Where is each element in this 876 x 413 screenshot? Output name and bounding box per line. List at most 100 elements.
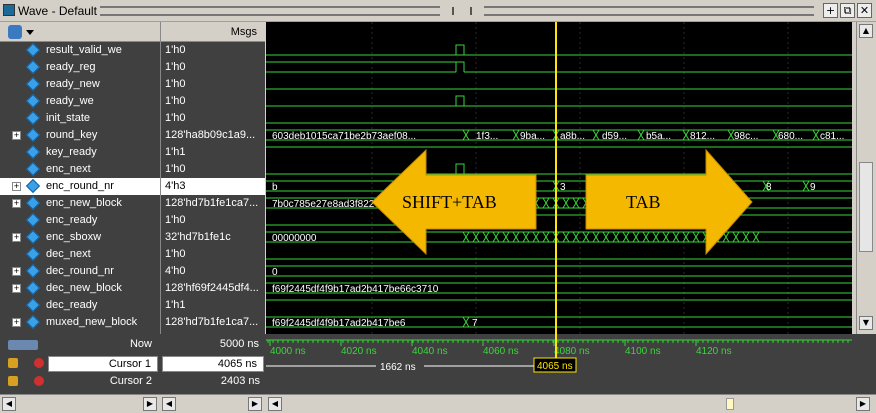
lock-icon-2[interactable] [8,376,18,386]
signal-row-enc_ready[interactable]: enc_ready [0,212,160,229]
signal-value: 1'h0 [165,95,186,107]
expand-icon[interactable]: + [12,284,21,293]
signal-row-result_valid_we[interactable]: result_valid_we [0,42,160,59]
waveform-pane[interactable]: 603deb1015ca71be2b73aef08... 1f3... 9ba...… [266,22,852,334]
expand-icon[interactable]: + [12,131,21,140]
signal-value-row[interactable]: 1'h0 [161,42,265,59]
signal-name: dec_ready [46,299,98,311]
signal-row-dec_next[interactable]: dec_next [0,246,160,263]
tab-label: TAB [626,192,661,212]
cursor2-value[interactable]: 2403 ns [160,375,260,387]
signal-row-dec_round_nr[interactable]: + dec_round_nr [0,263,160,280]
scroll-up-button[interactable]: ▲ [859,24,873,38]
vertical-scroll-thumb[interactable] [859,162,873,252]
cursor-pane: Now 5000 ns Cursor 1 4065 ns Cursor 2 24… [0,334,876,394]
title-grip-handle[interactable] [452,7,472,15]
enc-new-block-bus-label: 7b0c785e27e8ad3f822 [272,199,375,210]
names-hscrollbar[interactable]: ◀ ▶ [0,394,160,413]
wave-scroll-right[interactable]: ▶ [856,397,870,411]
lock-icon[interactable] [8,358,18,368]
wave-icons [8,340,38,350]
round-key-bus-label: a8b... [560,131,585,142]
expand-icon[interactable]: + [12,267,21,276]
chevron-down-icon[interactable] [26,30,34,35]
close-button[interactable]: ✕ [857,3,872,18]
signal-name: enc_sboxw [46,231,102,243]
remove-cursor-icon[interactable] [34,358,44,368]
signal-row-ready_new[interactable]: ready_new [0,76,160,93]
signal-value-row[interactable]: 128'ha8b09c1a9... [161,127,265,144]
signal-value-row[interactable]: 128'hf69f2445df4... [161,280,265,297]
cursor2-label[interactable]: Cursor 2 [48,375,152,387]
title-bar: Wave - Default + ⧉ ✕ [0,0,876,22]
signal-value-row[interactable]: 1'h0 [161,110,265,127]
round-key-bus-label: c81... [820,131,844,142]
signal-value-row[interactable]: 1'h0 [161,246,265,263]
enc-round-nr-bus-label: 9 [810,182,816,193]
values-hscrollbar[interactable]: ◀ ▶ [160,394,266,413]
wave-window: Wave - Default + ⧉ ✕ result_valid_we read… [0,0,876,413]
undock-button[interactable]: ⧉ [840,3,855,18]
signal-row-enc_next[interactable]: enc_next [0,161,160,178]
wave-scroll-thumb[interactable] [726,398,734,410]
signal-value-row[interactable]: 1'h0 [161,161,265,178]
title-grip[interactable] [100,6,440,16]
signal-row-key_ready[interactable]: key_ready [0,144,160,161]
signal-value-row[interactable]: 4'h3 [161,178,265,195]
round-key-bus-label: 98c... [734,131,758,142]
wave-hscrollbar[interactable]: ◀ ▶ [266,394,876,413]
names-scroll-left[interactable]: ◀ [2,397,16,411]
wave-scroll-left[interactable]: ◀ [268,397,282,411]
names-scroll-right[interactable]: ▶ [143,397,157,411]
signal-value-row[interactable]: 1'h0 [161,212,265,229]
signal-value-row[interactable]: 32'hd7b1fe1c [161,229,265,246]
signal-value-row[interactable]: 1'h1 [161,297,265,314]
names-header [0,22,160,42]
signal-row-enc_round_nr[interactable]: + enc_round_nr [0,178,160,195]
signal-value: 128'hd7b1fe1ca7... [165,197,259,209]
time-ruler[interactable]: 4000 ns 4020 ns 4040 ns 4060 ns 4080 ns 4100 … [266,334,852,394]
expand-icon[interactable]: + [12,233,21,242]
signal-row-ready_reg[interactable]: ready_reg [0,59,160,76]
cursor1-name-field[interactable]: Cursor 1 [48,356,158,372]
signal-value-row[interactable]: 1'h0 [161,76,265,93]
scroll-down-button[interactable]: ▼ [859,316,873,330]
signal-icon [25,246,41,262]
signal-value: 128'hd7b1fe1ca7... [165,316,259,328]
expand-icon[interactable]: + [12,182,21,191]
signal-icon [25,110,41,126]
signal-value-row[interactable]: 128'hd7b1fe1ca7... [161,314,265,331]
expand-icon[interactable]: + [12,318,21,327]
signal-row-muxed_new_block[interactable]: + muxed_new_block [0,314,160,331]
signal-icon [25,76,41,92]
enc-sboxw-bus-label: 00000000 [272,233,317,244]
dock-button[interactable]: + [823,3,838,18]
cursor1-value-field[interactable]: 4065 ns [162,356,264,372]
values-scroll-right[interactable]: ▶ [248,397,262,411]
signal-row-round_key[interactable]: + round_key [0,127,160,144]
signal-value: 1'h0 [165,112,186,124]
title-grip-right[interactable] [484,6,814,16]
remove-cursor-icon-2[interactable] [34,376,44,386]
values-scroll-left[interactable]: ◀ [162,397,176,411]
signal-row-dec_ready[interactable]: dec_ready [0,297,160,314]
layout-icon[interactable] [8,25,22,39]
waveform-canvas[interactable]: 603deb1015ca71be2b73aef08... 1f3... 9ba...… [266,22,852,334]
signal-value: 1'h1 [165,146,186,158]
signal-value-row[interactable]: 4'h0 [161,263,265,280]
signal-value-row[interactable]: 1'h1 [161,144,265,161]
window-title: Wave - Default [18,4,97,18]
signal-value-row[interactable]: 1'h0 [161,59,265,76]
signal-row-init_state[interactable]: init_state [0,110,160,127]
vertical-scrollbar[interactable]: ▲ ▼ [856,22,876,334]
expand-icon[interactable]: + [12,199,21,208]
signal-row-enc_new_block[interactable]: + enc_new_block [0,195,160,212]
signal-row-dec_new_block[interactable]: + dec_new_block [0,280,160,297]
signal-row-enc_sboxw[interactable]: + enc_sboxw [0,229,160,246]
ruler-tick-label: 4000 ns [270,346,306,357]
signal-value: 128'ha8b09c1a9... [165,129,256,141]
signal-icon [25,229,41,245]
signal-row-ready_we[interactable]: ready_we [0,93,160,110]
signal-value-row[interactable]: 1'h0 [161,93,265,110]
signal-value-row[interactable]: 128'hd7b1fe1ca7... [161,195,265,212]
